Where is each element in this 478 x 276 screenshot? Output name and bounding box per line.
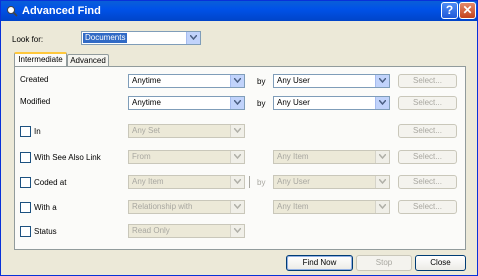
close-button[interactable]: Close [415, 255, 466, 271]
with-a-item-select[interactable]: Any Item [273, 200, 390, 214]
see-also-select-button[interactable]: Select... [398, 150, 457, 164]
coded-at-by-label: by [257, 178, 266, 187]
in-checkbox[interactable] [20, 126, 31, 137]
with-a-select-button[interactable]: Select... [398, 200, 457, 214]
close-icon[interactable]: ✕ [459, 2, 476, 19]
advanced-find-dialog: Advanced Find ? ✕ Look for: Documents In… [0, 0, 478, 276]
in-select[interactable]: Any Set [128, 124, 245, 138]
coded-at-by-select[interactable]: Any User [273, 175, 390, 189]
status-checkbox[interactable] [20, 226, 31, 237]
coded-at-select-button[interactable]: Select... [398, 175, 457, 189]
status-select[interactable]: Read Only [128, 224, 245, 238]
chevron-down-icon [375, 151, 389, 163]
see-also-label: With See Also Link [34, 153, 101, 162]
modified-date-select[interactable]: Anytime [128, 96, 245, 110]
see-also-select[interactable]: From [128, 150, 245, 164]
modified-select-button[interactable]: Select... [398, 96, 457, 110]
coded-at-label: Coded at [34, 178, 67, 187]
find-icon [7, 6, 18, 17]
find-now-button[interactable]: Find Now [286, 255, 353, 271]
with-a-select[interactable]: Relationship with [128, 200, 245, 214]
chevron-down-icon [375, 75, 389, 87]
created-select-button[interactable]: Select... [398, 74, 457, 88]
in-select-button[interactable]: Select... [398, 124, 457, 138]
created-by-select[interactable]: Any User [273, 74, 390, 88]
chevron-down-icon [375, 97, 389, 109]
see-also-item-select[interactable]: Any Item [273, 150, 390, 164]
title-bar[interactable]: Advanced Find ? ✕ [1, 1, 477, 21]
chevron-down-icon [230, 225, 244, 237]
created-label: Created [20, 75, 49, 84]
separator [249, 176, 250, 188]
chevron-down-icon [375, 176, 389, 188]
look-for-select[interactable]: Documents [81, 31, 201, 45]
coded-at-checkbox[interactable] [20, 177, 31, 188]
chevron-down-icon [230, 151, 244, 163]
with-a-label: With a [34, 203, 57, 212]
chevron-down-icon [230, 75, 244, 87]
modified-label: Modified [20, 97, 51, 106]
chevron-down-icon [230, 176, 244, 188]
chevron-down-icon [230, 201, 244, 213]
status-label: Status [34, 227, 57, 236]
created-date-select[interactable]: Anytime [128, 74, 245, 88]
chevron-down-icon [230, 125, 244, 137]
modified-by-select[interactable]: Any User [273, 96, 390, 110]
chevron-down-icon [230, 97, 244, 109]
coded-at-select[interactable]: Any Item [128, 175, 245, 189]
modified-by-label: by [257, 99, 266, 108]
with-a-checkbox[interactable] [20, 202, 31, 213]
tab-intermediate[interactable]: Intermediate [14, 52, 67, 67]
chevron-down-icon [186, 32, 200, 44]
chevron-down-icon [375, 201, 389, 213]
look-for-label: Look for: [12, 35, 44, 44]
help-icon[interactable]: ? [441, 2, 458, 19]
see-also-checkbox[interactable] [20, 152, 31, 163]
in-label: In [34, 127, 41, 136]
window-title: Advanced Find [22, 5, 101, 17]
stop-button[interactable]: Stop [356, 255, 412, 271]
created-by-label: by [257, 77, 266, 86]
